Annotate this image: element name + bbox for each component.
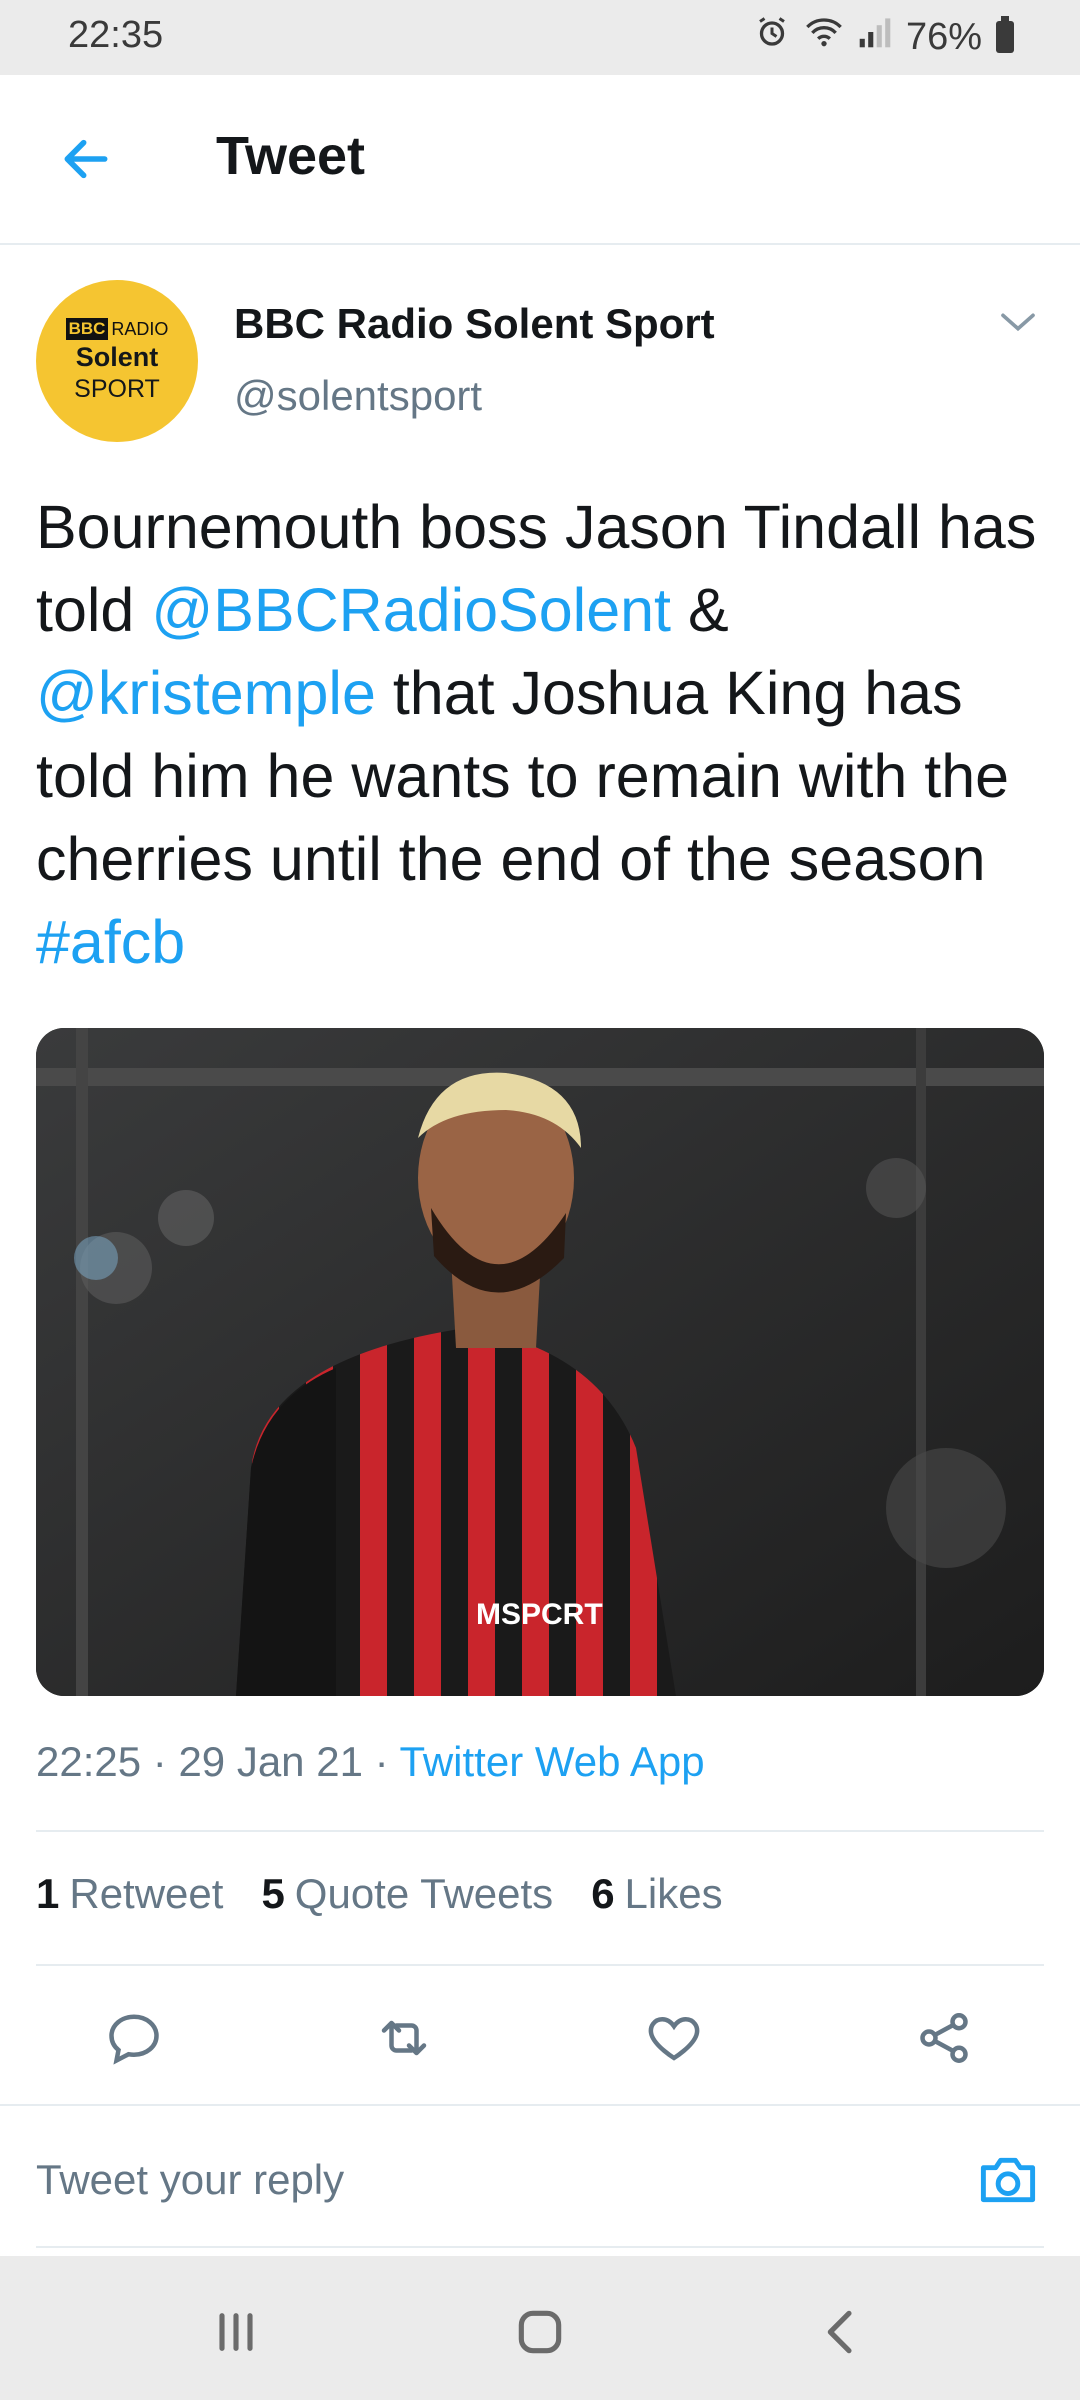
retweet-icon[interactable] — [374, 2008, 434, 2068]
tweet-actions — [0, 1968, 1080, 2098]
quotes-label: Quote Tweets — [294, 1870, 554, 1917]
tweet-text: Bournemouth boss Jason Tindall has told … — [36, 486, 1046, 984]
avatar-station-text: Solent — [75, 342, 159, 372]
shirt-sponsor-text: MSPCRT — [476, 1598, 603, 1631]
avatar[interactable]: BBC RADIO Solent SPORT — [36, 280, 198, 442]
like-heart-icon[interactable] — [644, 2008, 704, 2068]
tweet-stats: 1 Retweet 5 Quote Tweets 6 Likes — [36, 1870, 723, 1918]
camera-icon[interactable] — [976, 2150, 1040, 2210]
author-name[interactable]: BBC Radio Solent Sport — [234, 300, 715, 348]
avatar-radio-text: RADIO — [111, 318, 169, 339]
avatar-sport-text: SPORT — [74, 375, 160, 403]
recent-apps-icon[interactable] — [208, 2304, 264, 2360]
tweet-source-link[interactable]: Twitter Web App — [400, 1738, 705, 1785]
likes-count: 6 — [591, 1870, 615, 1917]
reply-underline — [36, 2246, 1044, 2248]
reply-composer[interactable]: Tweet your reply — [0, 2104, 1080, 2256]
battery-percent: 76% — [905, 15, 982, 58]
tweet-meta: 22:25 · 29 Jan 21 · Twitter Web App — [36, 1738, 705, 1786]
status-icons: 76% — [754, 14, 1014, 60]
author-handle[interactable]: @solentsport — [234, 372, 482, 420]
reply-input[interactable]: Tweet your reply — [36, 2156, 344, 2204]
tweet-text-part: & — [671, 576, 729, 644]
tweet-photo[interactable]: MSPCRT — [36, 1028, 1044, 1696]
status-bar: 22:35 76% — [0, 0, 1080, 75]
alarm-icon — [754, 14, 790, 60]
avatar-logo-line: BBC RADIO — [65, 318, 169, 340]
back-icon[interactable] — [814, 2304, 870, 2360]
app-bar: Tweet — [0, 75, 1080, 245]
meta-separator: · — [362, 1738, 400, 1785]
photo-illustration: MSPCRT — [36, 1028, 1044, 1696]
share-icon[interactable] — [914, 2008, 974, 2068]
retweets-label: Retweet — [69, 1870, 224, 1917]
signal-icon — [858, 15, 892, 59]
reply-icon[interactable] — [104, 2008, 164, 2068]
divider — [36, 1964, 1044, 1966]
quotes-stat[interactable]: 5 Quote Tweets — [261, 1870, 553, 1918]
page-title: Tweet — [216, 126, 366, 186]
mention-link[interactable]: @BBCRadioSolent — [151, 576, 671, 644]
quotes-count: 5 — [261, 1870, 285, 1917]
wifi-icon — [804, 15, 844, 59]
tweet-time: 22:25 — [36, 1738, 142, 1785]
mention-link[interactable]: @kristemple — [36, 659, 376, 727]
divider — [36, 1830, 1044, 1832]
battery-icon — [996, 16, 1014, 53]
likes-stat[interactable]: 6 Likes — [591, 1870, 722, 1918]
back-arrow-icon[interactable] — [56, 131, 116, 187]
hashtag-link[interactable]: #afcb — [36, 908, 185, 976]
status-time: 22:35 — [68, 14, 164, 56]
retweets-stat[interactable]: 1 Retweet — [36, 1870, 223, 1918]
home-icon[interactable] — [512, 2304, 568, 2360]
retweets-count: 1 — [36, 1870, 60, 1917]
likes-label: Likes — [624, 1870, 723, 1917]
chevron-down-icon[interactable] — [998, 306, 1038, 338]
tweet-date: 29 Jan 21 — [178, 1738, 363, 1785]
system-nav-bar — [0, 2256, 1080, 2400]
meta-separator: · — [141, 1738, 179, 1785]
avatar-bbc-logo: BBC — [65, 318, 109, 340]
